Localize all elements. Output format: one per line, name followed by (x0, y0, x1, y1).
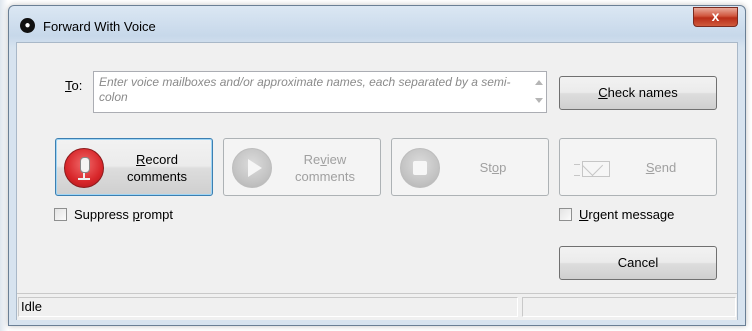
scroll-up-arrow-icon[interactable] (535, 80, 543, 85)
stop-rest: p (499, 160, 507, 175)
record-line2: comments (127, 169, 187, 184)
background-desktop (0, 0, 8, 331)
send-rest: end (654, 160, 677, 175)
play-triangle (248, 159, 262, 177)
stop-button[interactable]: Stop (391, 138, 549, 196)
speed-lines-icon (574, 164, 580, 176)
close-button[interactable]: x (693, 7, 738, 27)
record-line1: ecord (145, 152, 178, 167)
urgent-accel: U (579, 207, 589, 222)
dialog-body: To: Enter voice mailboxes and/or approxi… (16, 42, 738, 320)
urgent-message-option[interactable]: Urgent message (559, 207, 709, 223)
play-icon (232, 148, 272, 188)
review-line2: comments (295, 169, 355, 184)
envelope-icon (582, 161, 610, 177)
urgent-message-label[interactable]: Urgent message (579, 207, 674, 222)
suppress-prompt-option[interactable]: Suppress prompt (54, 207, 204, 223)
stop-pre: St (479, 160, 492, 175)
to-recipients-input[interactable]: Enter voice mailboxes and/or approximate… (93, 71, 547, 113)
record-comments-label: Record comments (108, 151, 206, 185)
microphone-base (78, 178, 90, 180)
scroll-down-arrow-icon[interactable] (535, 98, 543, 103)
urgent-message-checkbox[interactable] (559, 208, 572, 221)
to-placeholder: Enter voice mailboxes and/or approximate… (99, 75, 511, 104)
suppress-pre: Suppress (74, 207, 133, 222)
status-text: Idle (18, 297, 518, 317)
review-pre: Re (303, 152, 321, 167)
check-names-button[interactable]: Check names (559, 76, 717, 110)
suppress-rest: rompt (139, 207, 174, 222)
to-label: To: (65, 78, 82, 93)
record-comments-button[interactable]: Record comments (55, 138, 213, 196)
stop-square (413, 161, 427, 175)
send-label: Send (612, 159, 710, 176)
cancel-button[interactable]: Cancel (559, 246, 717, 280)
review-comments-button[interactable]: Review comments (223, 138, 381, 196)
stop-label: Stop (444, 159, 542, 176)
check-names-accel: C (598, 85, 608, 100)
record-accel: R (136, 152, 146, 167)
voicemail-logo-icon: ● (20, 18, 35, 33)
review-comments-label: Review comments (276, 151, 374, 185)
check-names-label: heck names (607, 85, 678, 100)
title-bar[interactable]: ● Forward With Voice x (9, 6, 745, 42)
to-label-rest: o: (71, 78, 83, 93)
microphone-icon (64, 148, 104, 188)
suppress-prompt-label[interactable]: Suppress prompt (74, 207, 173, 222)
send-button[interactable]: Send (559, 138, 717, 196)
review-rest: iew (326, 152, 347, 167)
status-pane-secondary (522, 297, 736, 317)
forward-with-voice-dialog: ● Forward With Voice x To: Enter voice m… (8, 5, 746, 326)
suppress-prompt-checkbox[interactable] (54, 208, 67, 221)
status-bar: Idle (17, 293, 737, 320)
stop-icon (400, 148, 440, 188)
window-title: Forward With Voice (43, 19, 156, 34)
urgent-rest: rgent message (588, 207, 675, 222)
microphone-body (80, 157, 90, 173)
suppress-accel: p (132, 207, 140, 222)
